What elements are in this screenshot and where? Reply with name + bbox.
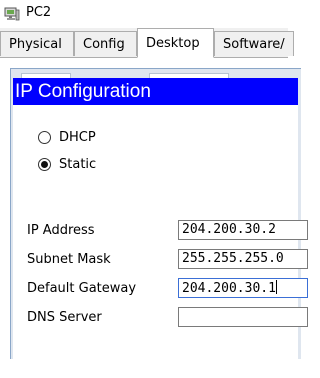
default-gateway-label: Default Gateway [27,281,137,296]
tab-config[interactable]: Config [74,31,137,56]
static-option[interactable]: Static [38,157,96,172]
window-titlebar: PC2 [0,0,288,28]
subnet-mask-label: Subnet Mask [27,252,111,267]
pc-device-icon [4,6,20,22]
static-label: Static [59,157,97,172]
dhcp-option[interactable]: DHCP [38,130,96,145]
dns-server-input[interactable] [178,307,308,327]
subnet-mask-input[interactable]: 255.255.255.0 [178,249,308,269]
dns-server-label: DNS Server [27,310,102,325]
ip-address-label: IP Address [27,223,95,238]
tab-physical[interactable]: Physical [0,31,74,56]
ip-configuration-panel: IP Configuration DHCP Static IP Address … [13,78,308,378]
ip-address-input[interactable]: 204.200.30.2 [178,220,308,240]
dhcp-radio[interactable] [38,131,51,144]
static-radio[interactable] [38,158,51,171]
panel-title: IP Configuration [13,78,298,105]
dhcp-label: DHCP [59,130,96,145]
desktop-content: IP Configuration DHCP Static IP Address … [0,58,308,378]
text-caret [275,280,277,294]
tab-bar: Physical Config Desktop Software/ [0,28,294,58]
tab-software[interactable]: Software/ [214,31,294,56]
tab-desktop[interactable]: Desktop [137,28,214,58]
window-title: PC2 [26,5,52,20]
default-gateway-input[interactable]: 204.200.30.1 [178,278,308,298]
